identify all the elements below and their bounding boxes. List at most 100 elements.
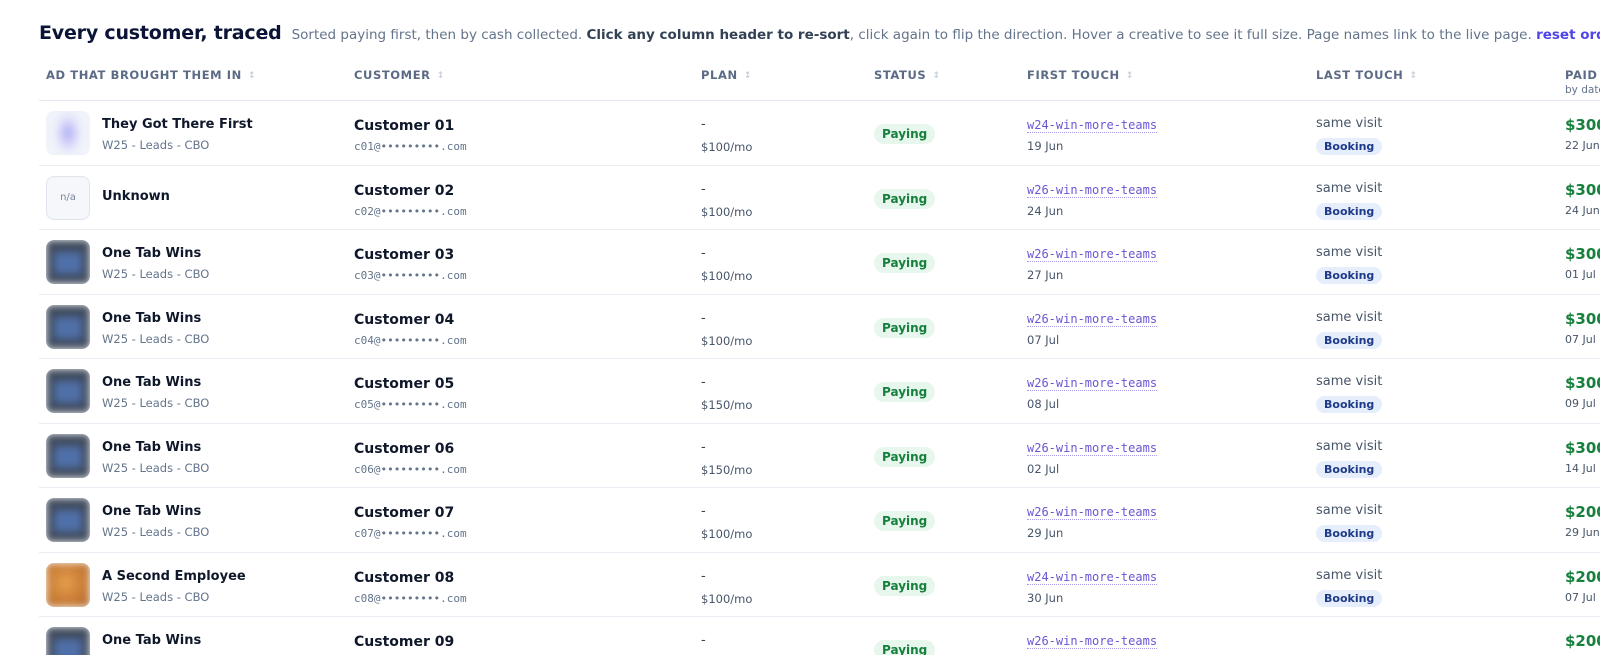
customer-email: c03@•••••••••.com xyxy=(354,269,467,282)
column-header-status[interactable]: STATUS ↕ xyxy=(874,68,940,82)
first-touch-date: 02 Jul xyxy=(1027,461,1060,476)
first-touch-date: 19 Jun xyxy=(1027,139,1064,153)
first-touch-date: 24 Jun xyxy=(1027,203,1064,218)
creative-thumbnail[interactable] xyxy=(46,498,90,542)
creative-thumbnail[interactable] xyxy=(46,304,90,349)
paid-date: 07 Jul xyxy=(1565,590,1596,604)
first-touch-page-link[interactable]: w26-win-more-teams xyxy=(1027,183,1158,198)
customer-email: c07@•••••••••.com xyxy=(354,527,467,540)
first-touch-page-link[interactable]: w26-win-more-teams xyxy=(1027,441,1158,456)
last-touch-badge: Booking xyxy=(1316,589,1383,607)
creative-thumbnail[interactable] xyxy=(46,111,90,155)
column-header-plan[interactable]: PLAN ↕ xyxy=(701,68,752,82)
column-header-label: LAST TOUCH xyxy=(1316,68,1404,82)
description-text-2: , click again to flip the direction. Hov… xyxy=(849,27,1532,43)
column-header-first-touch[interactable]: FIRST TOUCH ↕ xyxy=(1027,68,1134,82)
paid-amount: $300 xyxy=(1565,438,1600,457)
ad-name: They Got There First xyxy=(102,117,253,132)
plan-name: - xyxy=(701,439,706,455)
table-row[interactable]: A Second Employee W25 - Leads - CBO Custom… xyxy=(39,553,1600,617)
last-touch-text: same visit xyxy=(1316,180,1383,196)
creative-thumbnail[interactable] xyxy=(46,369,90,413)
last-touch-text: same visit xyxy=(1316,374,1383,389)
ad-campaign: W25 - Leads - CBO xyxy=(102,525,210,539)
column-header-label: CUSTOMER xyxy=(354,68,431,82)
customer-name: Customer 01 xyxy=(354,118,455,134)
first-touch-date: 07 Jul xyxy=(1027,332,1060,347)
page-title: Every customer, traced xyxy=(39,22,282,44)
ad-campaign: W25 - Leads - CBO xyxy=(102,396,210,410)
column-header-ad[interactable]: AD THAT BROUGHT THEM IN ↕ xyxy=(46,68,256,82)
plan-name: - xyxy=(701,568,706,584)
table-row[interactable]: n/a Unknown Customer 02 c02@•••••••••.com - $… xyxy=(39,166,1600,230)
plan-price: $150/mo xyxy=(701,398,753,412)
table-row[interactable]: One Tab Wins W25 - Leads - CBO Customer 04… xyxy=(39,295,1600,359)
creative-thumbnail[interactable] xyxy=(46,627,90,655)
customer-email: c05@•••••••••.com xyxy=(354,398,467,411)
table-row[interactable]: One Tab Wins W25 - Leads - CBO Customer 06… xyxy=(39,424,1600,488)
sort-arrows-icon: ↕ xyxy=(1125,71,1134,81)
plan-name: - xyxy=(701,633,706,648)
last-touch-text: same visit xyxy=(1316,438,1383,454)
page-description: Sorted paying first, then by cash collec… xyxy=(292,27,1600,43)
last-touch-badge: Booking xyxy=(1316,525,1383,542)
plan-name: - xyxy=(701,117,706,132)
creative-thumbnail[interactable] xyxy=(46,433,90,478)
creative-image xyxy=(46,240,90,284)
table-row[interactable]: One Tab Wins W25 - Leads - CBO Customer 03… xyxy=(39,230,1600,295)
ad-campaign: W25 - Leads - CBO xyxy=(102,589,210,604)
table-row[interactable]: They Got There First W25 - Leads - CBO Cus… xyxy=(39,101,1600,166)
column-header-label: FIRST TOUCH xyxy=(1027,68,1120,82)
customer-name: Customer 09 xyxy=(354,634,455,650)
ad-name: One Tab Wins xyxy=(102,504,202,519)
paid-amount: $200 xyxy=(1565,632,1600,650)
table-row[interactable]: One Tab Wins W25 - Leads - CBO Customer 05… xyxy=(39,359,1600,424)
plan-price: $100/mo xyxy=(701,269,753,283)
creative-thumbnail-placeholder[interactable]: n/a xyxy=(46,175,90,220)
reset-order-link[interactable]: reset order xyxy=(1536,27,1600,43)
last-touch-text: same visit xyxy=(1316,567,1383,583)
first-touch-page-link[interactable]: w26-win-more-teams xyxy=(1027,376,1158,391)
ad-name: One Tab Wins xyxy=(102,633,202,648)
ad-name: One Tab Wins xyxy=(102,246,202,261)
status-badge: Paying xyxy=(874,446,936,467)
status-badge: Paying xyxy=(874,511,936,531)
plan-price: $100/mo xyxy=(701,204,753,219)
first-touch-page-link[interactable]: w26-win-more-teams xyxy=(1027,505,1158,520)
first-touch-page-link[interactable]: w26-win-more-teams xyxy=(1027,247,1158,262)
column-header-paid[interactable]: PAID by date xyxy=(1565,68,1600,96)
customer-trace-page: Every customer, traced Sorted paying firs… xyxy=(0,0,1600,655)
creative-thumbnail[interactable] xyxy=(46,562,90,607)
plan-name: - xyxy=(701,181,706,197)
paid-amount: $300 xyxy=(1565,245,1600,263)
plan-name: - xyxy=(701,504,706,519)
plan-price: $100/mo xyxy=(701,527,753,541)
first-touch-date: 08 Jul xyxy=(1027,397,1060,411)
creative-image xyxy=(46,498,90,542)
plan-price: $100/mo xyxy=(701,140,753,154)
ad-name: One Tab Wins xyxy=(102,375,202,390)
creative-image xyxy=(46,627,90,655)
last-touch-badge: Booking xyxy=(1316,267,1383,284)
column-header-label: AD THAT BROUGHT THEM IN xyxy=(46,68,242,82)
customer-email: c08@•••••••••.com xyxy=(354,591,467,605)
last-touch-badge: Booking xyxy=(1316,138,1383,155)
creative-thumbnail[interactable] xyxy=(46,240,90,284)
first-touch-page-link[interactable]: w26-win-more-teams xyxy=(1027,312,1158,327)
customer-email: c01@•••••••••.com xyxy=(354,140,467,153)
table-row[interactable]: One Tab Wins Customer 09 - Paying w26-win-mo… xyxy=(39,617,1600,655)
table-row[interactable]: One Tab Wins W25 - Leads - CBO Customer 07… xyxy=(39,488,1600,553)
plan-name: - xyxy=(701,375,706,390)
plan-name: - xyxy=(701,310,706,326)
creative-image xyxy=(46,369,90,413)
paid-date: 22 Jun xyxy=(1565,139,1600,152)
description-bold: Click any column header to re-sort xyxy=(586,27,850,43)
column-header-last-touch[interactable]: LAST TOUCH ↕ xyxy=(1316,68,1418,82)
last-touch-text: same visit xyxy=(1316,245,1383,260)
first-touch-page-link[interactable]: w24-win-more-teams xyxy=(1027,118,1158,133)
first-touch-page-link[interactable]: w26-win-more-teams xyxy=(1027,634,1158,649)
first-touch-page-link[interactable]: w24-win-more-teams xyxy=(1027,570,1158,585)
paid-date: 07 Jul xyxy=(1565,332,1596,346)
status-badge: Paying xyxy=(874,317,936,338)
column-header-customer[interactable]: CUSTOMER ↕ xyxy=(354,68,445,82)
